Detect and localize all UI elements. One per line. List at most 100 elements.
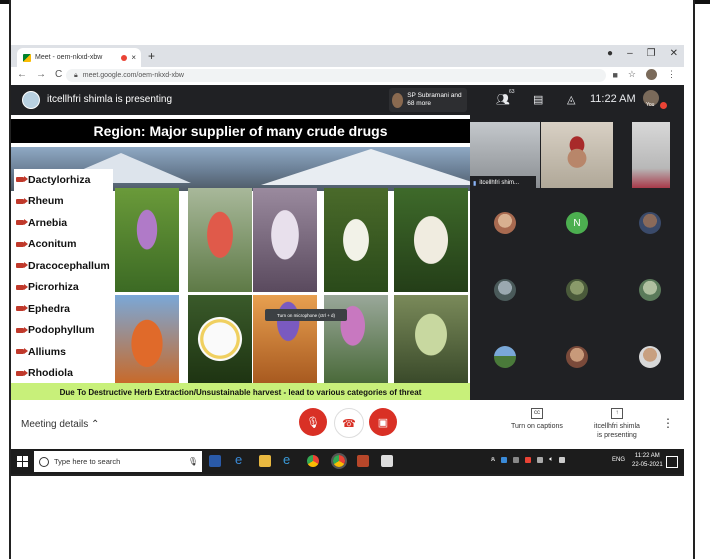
windows-start-icon[interactable] xyxy=(17,456,28,467)
task-view-icon[interactable] xyxy=(209,455,221,467)
tab-close-icon[interactable]: × xyxy=(131,53,136,62)
list-item: Rheum xyxy=(14,191,113,213)
herb-list: Dactylorhiza Rheum Arnebia Aconitum Drac… xyxy=(14,169,113,384)
participant-avatar-initial[interactable]: N xyxy=(566,212,588,234)
participant-avatar[interactable] xyxy=(566,279,588,301)
presenter-bar: itcellhfri shimla is presenting SP Subra… xyxy=(11,85,470,115)
participant-avatar[interactable] xyxy=(639,346,661,368)
presentation-slide: Region: Major supplier of many crude dru… xyxy=(11,115,470,402)
back-icon[interactable]: ← xyxy=(17,69,27,80)
participant-avatar[interactable] xyxy=(639,212,661,234)
microphone-off-button[interactable]: 🎙︎ xyxy=(299,408,327,436)
microphone-icon[interactable]: 🎙︎ xyxy=(188,457,198,466)
photos-icon[interactable] xyxy=(381,455,393,467)
restore-button[interactable]: ❐ xyxy=(647,48,656,59)
media-control-icon[interactable]: ● xyxy=(607,48,613,59)
meeting-clock: 11:22 AM xyxy=(590,93,636,105)
hand-raise-icon xyxy=(660,102,667,109)
people-tray-icon[interactable]: ጰ xyxy=(491,456,495,464)
participant-tile-speaker[interactable] xyxy=(541,122,613,188)
meet-favicon-icon xyxy=(23,53,31,62)
menu-dots-icon[interactable]: ⋮ xyxy=(667,69,676,80)
tray-app-icon[interactable] xyxy=(501,457,508,463)
flower-photo xyxy=(188,295,252,383)
taskbar-clock[interactable]: 11:22 AM 22-05-2021 xyxy=(632,452,663,470)
arrow-bullet-icon xyxy=(16,348,28,355)
presenting-label: itcellhfri shimla is presenting xyxy=(47,94,173,105)
flower-photo xyxy=(188,188,252,292)
list-item: Alliums xyxy=(14,341,113,363)
meeting-details-button[interactable]: Meeting details ⌃ xyxy=(21,419,99,430)
file-explorer-icon[interactable] xyxy=(259,455,271,467)
presenting-status-button[interactable]: ↑ itcellhfri shimla is presenting xyxy=(594,408,640,440)
list-item: Picrorhiza xyxy=(14,277,113,299)
network-icon[interactable] xyxy=(559,457,566,463)
bookmark-star-icon[interactable]: ☆ xyxy=(628,69,636,80)
participants-chip[interactable]: SP Subramani and 68 more xyxy=(389,88,467,112)
profile-avatar[interactable] xyxy=(646,69,657,80)
participant-avatar[interactable] xyxy=(494,279,516,301)
url-field[interactable]: 🔒︎ meet.google.com/oem-nkxd-xbw xyxy=(66,69,606,82)
list-item: Aconitum xyxy=(14,234,113,256)
list-item: Arnebia xyxy=(14,212,113,234)
new-tab-button[interactable]: + xyxy=(148,49,155,63)
input-language[interactable]: ENG xyxy=(612,457,625,463)
flower-photo xyxy=(394,295,468,383)
camera-permission-icon[interactable]: ■ xyxy=(612,70,617,80)
you-label: You xyxy=(646,102,655,108)
flower-photo xyxy=(253,188,317,292)
microphone-tooltip: Turn on microphone (ctrl + d) xyxy=(265,309,347,321)
tab-title: Meet - oem-nkxd-xbw xyxy=(35,54,103,61)
volume-icon[interactable]: 🔈︎ xyxy=(549,456,553,464)
meeting-control-bar: Meeting details ⌃ 🎙︎ ☎︎ ▣ cc Turn on cap… xyxy=(11,400,684,448)
camera-off-button[interactable]: ▣ xyxy=(369,408,397,436)
minimize-button[interactable]: – xyxy=(627,48,633,59)
url-text: meet.google.com/oem-nkxd-xbw xyxy=(82,72,184,79)
presenter-avatar xyxy=(22,91,40,109)
arrow-bullet-icon xyxy=(16,369,28,376)
tray-app-icon[interactable] xyxy=(537,457,544,463)
arrow-bullet-icon xyxy=(16,305,28,312)
close-window-button[interactable]: ✕ xyxy=(670,48,678,59)
list-item: Dracocephallum xyxy=(14,255,113,277)
more-options-icon[interactable]: ⋮ xyxy=(662,416,674,430)
participant-avatar xyxy=(392,92,404,108)
camera-off-icon: ▣ xyxy=(377,416,389,429)
flower-photo xyxy=(394,188,468,292)
edge-legacy-icon[interactable]: e xyxy=(235,452,247,467)
audio-indicator-icon: ▮ xyxy=(473,180,477,187)
participant-avatar[interactable] xyxy=(494,346,516,368)
participant-count: 63 xyxy=(509,89,515,95)
internet-explorer-icon[interactable]: e xyxy=(283,452,295,467)
participant-avatar[interactable] xyxy=(566,346,588,368)
chat-icon[interactable]: ▤ xyxy=(533,93,543,106)
people-icon[interactable]: 👥︎ xyxy=(496,93,510,106)
browser-tab[interactable]: Meet - oem-nkxd-xbw × xyxy=(17,48,141,67)
powerpoint-icon[interactable] xyxy=(357,455,369,467)
participant-avatar[interactable] xyxy=(494,212,516,234)
cortana-icon xyxy=(39,456,49,467)
leave-call-button[interactable]: ☎︎ xyxy=(334,408,364,438)
notification-icon[interactable] xyxy=(666,456,678,468)
system-tray: ጰ 🔈︎ xyxy=(491,456,566,464)
arrow-bullet-icon xyxy=(16,240,28,247)
forward-icon[interactable]: → xyxy=(36,69,46,80)
participant-tile[interactable] xyxy=(632,122,670,188)
list-item: Rhodiola xyxy=(14,363,113,385)
activities-icon[interactable]: ◬ xyxy=(567,93,575,106)
meet-stage: itcellhfri shimla is presenting SP Subra… xyxy=(11,85,684,445)
tray-app-icon[interactable] xyxy=(513,457,520,463)
flower-photo xyxy=(324,188,388,292)
tray-app-icon[interactable] xyxy=(525,457,532,463)
meet-top-right: 👥︎ 63 ▤ ◬ 11:22 AM You xyxy=(471,85,684,115)
participant-avatar[interactable] xyxy=(639,279,661,301)
chrome-active-icon[interactable] xyxy=(331,453,347,469)
reload-icon[interactable]: C xyxy=(55,69,62,80)
flower-photo xyxy=(115,188,179,292)
participant-tile-label: ▮ itcellhfri shim... xyxy=(470,176,536,190)
chrome-icon[interactable] xyxy=(307,455,319,467)
arrow-bullet-icon xyxy=(16,326,28,333)
taskbar-search-box[interactable]: Type here to search 🎙︎ xyxy=(34,451,202,472)
list-item: Podophyllum xyxy=(14,320,113,342)
captions-button[interactable]: cc Turn on captions xyxy=(511,408,563,431)
